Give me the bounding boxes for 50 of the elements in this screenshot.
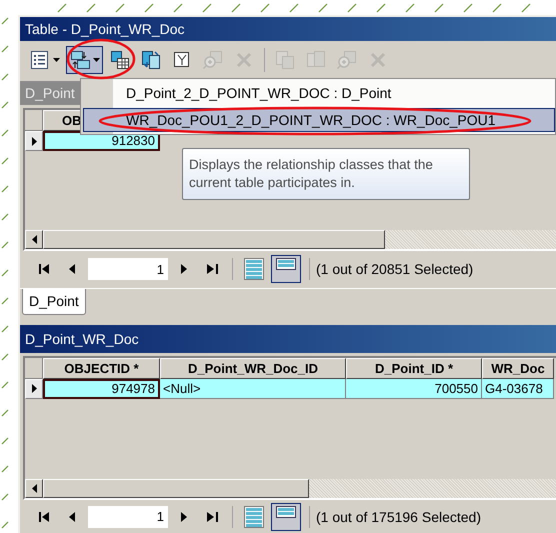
next-icon bbox=[181, 512, 187, 522]
selected-rows-icon bbox=[276, 258, 296, 270]
table-cell: G4-03678 bbox=[482, 378, 554, 399]
selected-rows-icon bbox=[276, 506, 296, 518]
last-icon bbox=[206, 264, 218, 274]
toolbar-button[interactable] bbox=[66, 46, 103, 74]
horizontal-scrollbar[interactable] bbox=[25, 230, 556, 249]
row-selector[interactable] bbox=[25, 378, 43, 399]
current-row-icon bbox=[32, 384, 36, 394]
selection-status: (1 out of 175196 Selected) bbox=[316, 508, 482, 524]
selection-status: (1 out of 20851 Selected) bbox=[316, 261, 474, 278]
previous-icon bbox=[69, 512, 75, 522]
tables-arrows-icon bbox=[69, 49, 91, 71]
horizontal-scrollbar[interactable] bbox=[25, 479, 556, 498]
last-icon bbox=[206, 512, 218, 522]
tooltip: Displays the relationship classes that the current table participates in. bbox=[182, 148, 470, 200]
record-number-field[interactable]: 1 bbox=[88, 506, 168, 528]
menu-item[interactable]: D_Point_2_D_POINT_WR_DOC : D_Point bbox=[83, 81, 555, 105]
annotation-ellipse bbox=[66, 38, 136, 80]
column-header[interactable]: WR_Doc bbox=[482, 358, 554, 379]
next-icon bbox=[181, 264, 187, 274]
caret-icon bbox=[93, 58, 100, 62]
table-title: D_Point_WR_Doc bbox=[20, 324, 556, 353]
table-rows-icon bbox=[244, 506, 264, 528]
column-header[interactable]: OBJECTID * bbox=[43, 358, 160, 379]
swap-pages-icon bbox=[140, 49, 162, 71]
table-tab[interactable]: D_Point bbox=[22, 288, 86, 315]
magnifier-icon bbox=[336, 49, 358, 71]
show-selected-records-button[interactable] bbox=[271, 502, 301, 530]
table-rows-icon bbox=[244, 258, 264, 280]
column-header[interactable]: D_Point_ID * bbox=[346, 358, 482, 379]
window-title: Table - D_Point_WR_Doc bbox=[20, 17, 556, 41]
first-icon bbox=[38, 264, 50, 274]
table-icon bbox=[109, 49, 131, 71]
show-selected-records-button[interactable] bbox=[271, 255, 301, 284]
scroll-left-icon bbox=[32, 484, 36, 493]
current-row-icon bbox=[32, 136, 36, 146]
record-number-field[interactable]: 1 bbox=[88, 258, 168, 280]
magnifier-icon bbox=[202, 49, 224, 71]
table-cell: 700550 bbox=[346, 378, 482, 399]
copy-icon bbox=[274, 49, 296, 71]
first-icon bbox=[38, 512, 50, 522]
previous-icon bbox=[69, 264, 75, 274]
table-cell: <Null> bbox=[160, 378, 346, 399]
row-selector[interactable] bbox=[25, 131, 43, 151]
caret-icon bbox=[53, 58, 60, 62]
scroll-left-icon bbox=[32, 234, 36, 244]
list-icon bbox=[29, 49, 51, 71]
column-header[interactable]: D_Point_WR_Doc_ID bbox=[160, 358, 346, 379]
table-cell: 974978 bbox=[43, 378, 160, 399]
